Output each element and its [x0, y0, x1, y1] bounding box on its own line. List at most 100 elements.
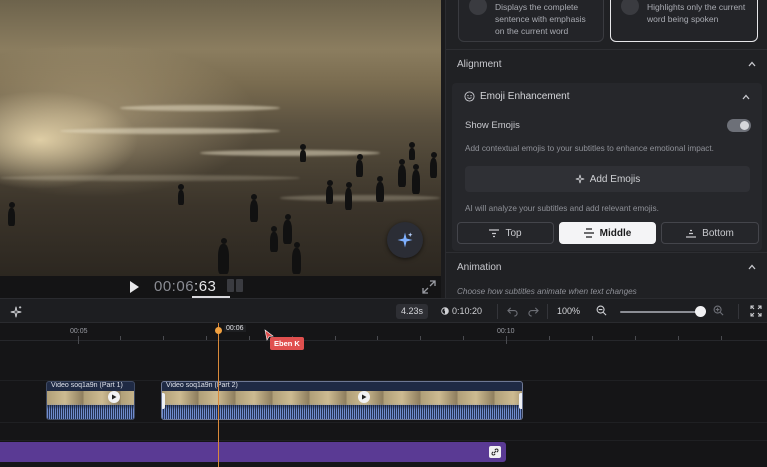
section-title: Alignment — [457, 59, 502, 70]
play-icon — [362, 394, 367, 400]
add-emojis-button[interactable]: Add Emojis — [465, 166, 750, 192]
person-silhouette — [356, 154, 363, 177]
align-middle-icon — [583, 228, 594, 238]
timer-icon — [441, 307, 449, 315]
subtitle-track[interactable] — [0, 442, 506, 462]
video-preview[interactable] — [0, 0, 441, 276]
clip-play-button[interactable] — [358, 391, 370, 403]
clip-trim-handle-right[interactable] — [519, 393, 522, 409]
style-card-text: Displays the complete sentence with emph… — [495, 2, 586, 36]
wave — [120, 105, 280, 111]
align-top-icon — [489, 228, 500, 237]
person-silhouette — [345, 182, 352, 210]
ruler-label: 00:10 — [497, 328, 515, 335]
ruler-tick — [635, 336, 636, 340]
person-silhouette — [300, 144, 306, 162]
person-silhouette — [398, 159, 406, 187]
play-icon[interactable] — [127, 280, 141, 294]
person-silhouette — [430, 152, 437, 178]
style-card-text: Highlights only the current word being s… — [647, 2, 746, 24]
ruler-tick — [592, 336, 593, 340]
track-divider — [0, 440, 767, 441]
section-title: Animation — [457, 262, 502, 273]
position-middle-button[interactable]: Middle — [559, 222, 656, 244]
align-bottom-icon — [686, 229, 697, 238]
ruler-tick — [206, 336, 207, 340]
ai-assist-button[interactable] — [387, 222, 423, 258]
video-clip[interactable]: Video soq1a9n (Part 2) — [161, 381, 523, 420]
timecode-frame-boxes — [227, 278, 244, 296]
style-option-icon — [469, 0, 487, 15]
ruler-tick — [420, 336, 421, 340]
chevron-up-icon — [748, 61, 756, 67]
position-top-button[interactable]: Top — [457, 222, 554, 244]
subtitle-settings-panel: Displays the complete sentence with emph… — [445, 0, 767, 298]
zoom-in-icon[interactable] — [713, 305, 724, 316]
collaborator-name-tag: Eben K — [270, 337, 304, 350]
clip-title: Video soq1a9n (Part 2) — [166, 382, 238, 389]
sparkle-icon — [397, 232, 413, 248]
position-bottom-button[interactable]: Bottom — [661, 222, 759, 244]
clip-play-button[interactable] — [108, 391, 120, 403]
ruler-tick — [335, 336, 336, 340]
alignment-section-header[interactable]: Alignment — [446, 49, 767, 77]
ruler-tick — [163, 336, 164, 340]
ruler-tick — [377, 336, 378, 340]
wave — [60, 128, 280, 134]
expand-icon[interactable] — [422, 280, 436, 294]
zoom-level: 100% — [557, 306, 581, 316]
emoji-section-header[interactable]: Emoji Enhancement — [452, 83, 762, 111]
link-icon[interactable] — [489, 446, 501, 458]
person-silhouette — [270, 226, 278, 252]
person-silhouette — [376, 176, 384, 202]
emoji-enhancement-section: Emoji Enhancement Show Emojis Add contex… — [452, 83, 762, 251]
ruler-tick — [249, 336, 250, 340]
zoom-slider[interactable] — [620, 311, 702, 313]
person-silhouette — [409, 142, 415, 160]
clip-duration: 4.23s — [396, 304, 429, 319]
style-card-single-word[interactable]: Highlights only the current word being s… — [610, 0, 758, 42]
magic-wand-icon[interactable] — [9, 305, 23, 319]
smiley-icon — [464, 91, 475, 102]
ai-note: AI will analyze your subtitles and add r… — [465, 204, 659, 213]
ruler-major-tick — [78, 338, 79, 344]
timeline[interactable]: 00:05 00:10 Video soq1a9n (Part 1) Video… — [0, 323, 767, 467]
clip-trim-handle-left[interactable] — [162, 393, 165, 409]
section-title: Emoji Enhancement — [480, 91, 570, 102]
chevron-up-icon — [748, 264, 756, 270]
play-icon — [112, 394, 117, 400]
wave — [200, 150, 380, 156]
zoom-out-icon[interactable] — [596, 305, 607, 316]
zoom-slider-handle[interactable] — [695, 306, 706, 317]
fit-to-screen-icon[interactable] — [750, 305, 762, 317]
divider — [738, 304, 739, 319]
redo-icon[interactable] — [528, 306, 539, 317]
playhead-time: 00:06 — [224, 325, 246, 332]
divider — [547, 304, 548, 319]
video-clip[interactable]: Video soq1a9n (Part 1) — [46, 381, 135, 420]
ruler-tick — [549, 336, 550, 340]
playhead-handle[interactable] — [215, 327, 222, 334]
position-label: Top — [505, 227, 522, 239]
audio-waveform — [162, 403, 522, 419]
chevron-up-icon — [742, 94, 750, 100]
person-silhouette — [250, 194, 258, 222]
track-divider — [0, 422, 767, 423]
ruler-label: 00:05 — [70, 328, 88, 335]
style-card-full-sentence[interactable]: Displays the complete sentence with emph… — [458, 0, 604, 42]
playhead[interactable] — [218, 323, 219, 467]
ruler-tick — [120, 336, 121, 340]
ruler-tick — [678, 336, 679, 340]
show-emojis-toggle[interactable] — [727, 119, 751, 132]
timeline-toolbar: 4.23s 0:10:20 100% — [0, 298, 767, 323]
person-silhouette — [412, 164, 420, 194]
undo-icon[interactable] — [507, 306, 518, 317]
animation-section-header[interactable]: Animation — [446, 252, 767, 280]
show-emojis-label: Show Emojis — [465, 120, 520, 131]
position-label: Bottom — [702, 227, 734, 239]
ruler-tick — [721, 336, 722, 340]
person-silhouette — [218, 238, 229, 274]
time-ruler[interactable]: 00:05 00:10 — [0, 323, 767, 341]
divider — [497, 304, 498, 319]
add-emojis-label: Add Emojis — [589, 173, 641, 185]
